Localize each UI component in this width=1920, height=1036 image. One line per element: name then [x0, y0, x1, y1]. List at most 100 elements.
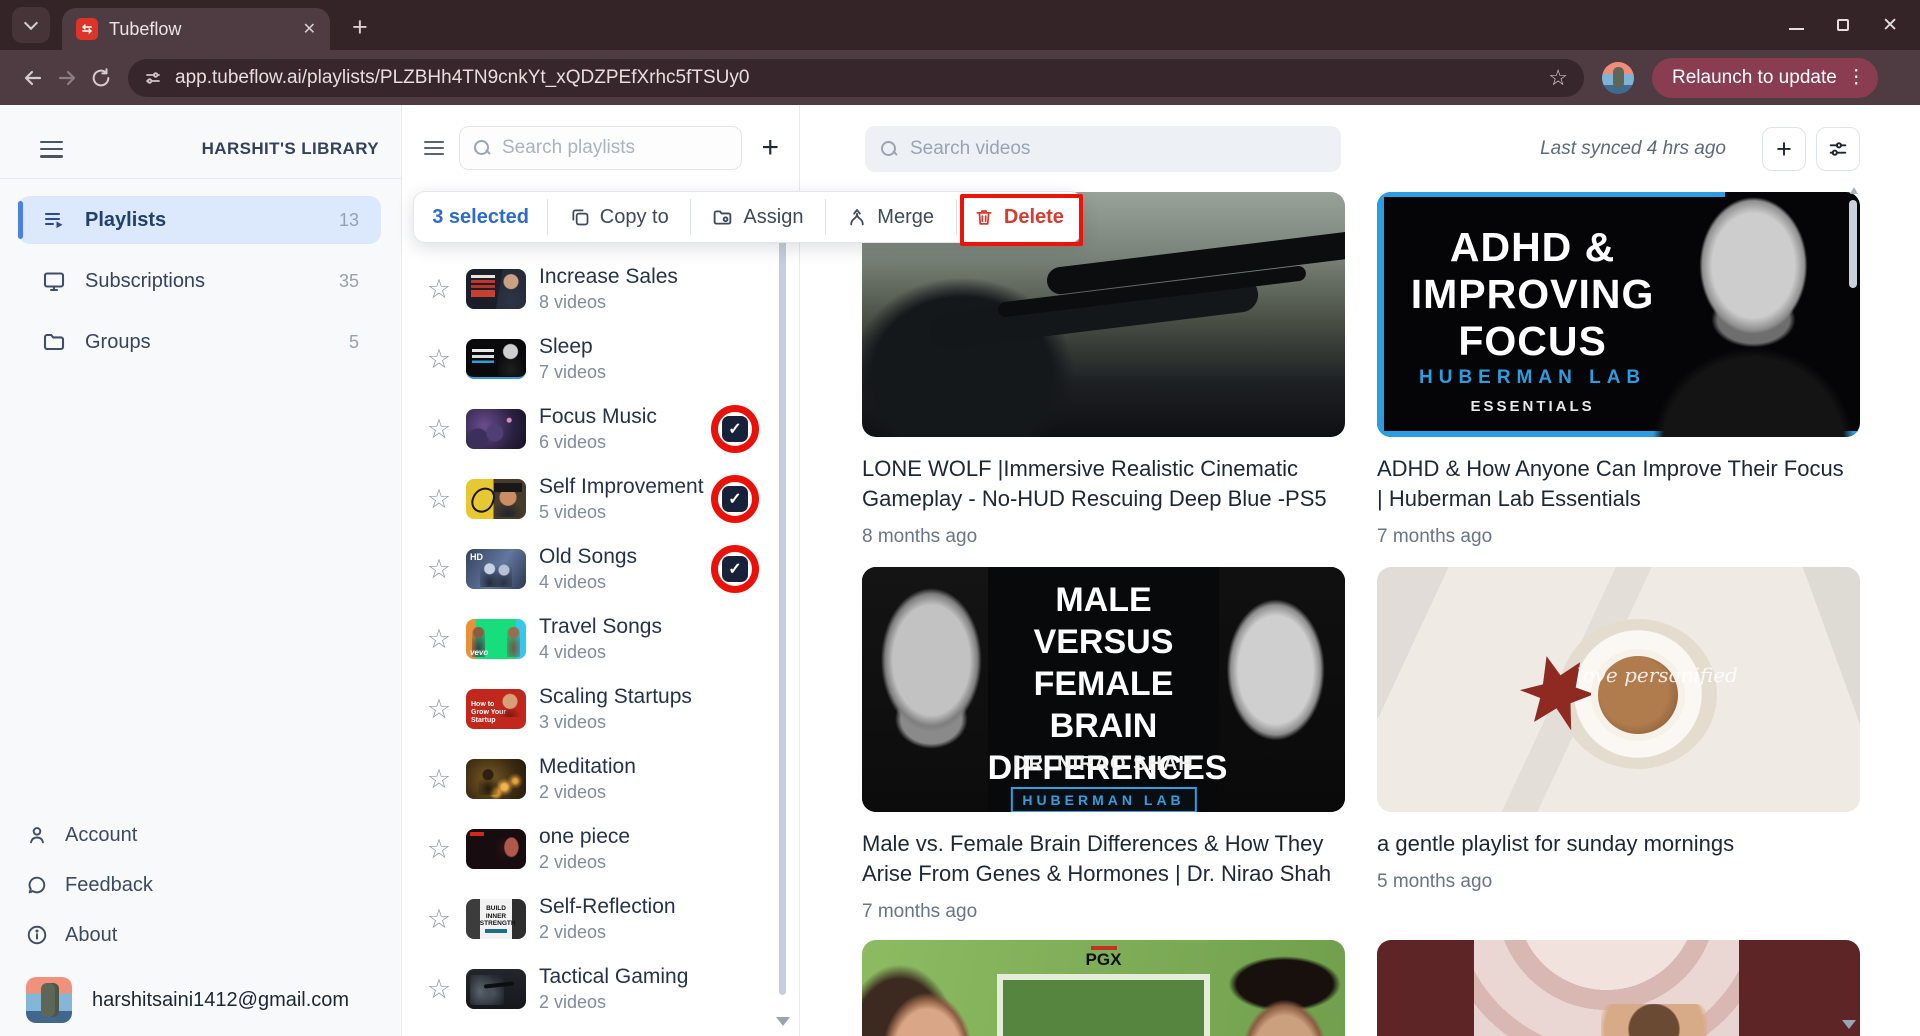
- favorite-star-icon[interactable]: [425, 834, 453, 865]
- favorite-star-icon[interactable]: [425, 624, 453, 655]
- tab-close-icon[interactable]: ✕: [303, 19, 316, 39]
- video-title: a gentle playlist for sunday mornings: [1377, 829, 1849, 859]
- sidebar-item-groups[interactable]: Groups 5: [18, 318, 381, 366]
- sidebar-item-feedback[interactable]: Feedback: [26, 860, 379, 910]
- selection-toolbar: 3 selected Copy to Assign Merge Delete: [413, 191, 1082, 243]
- restore-button[interactable]: [1837, 19, 1849, 31]
- browser-tab-bar: ⇆ Tubeflow ✕ + ✕: [0, 0, 1920, 50]
- close-button[interactable]: ✕: [1882, 16, 1898, 35]
- browser-profile-avatar[interactable]: [1602, 62, 1634, 94]
- playlist-title: Self-Reflection: [539, 895, 676, 918]
- playlist-scrollbar[interactable]: [779, 237, 786, 995]
- playlist-row-increase-sales[interactable]: Increase Sales8 videos: [402, 254, 781, 324]
- favorite-star-icon[interactable]: [425, 274, 453, 305]
- favorite-star-icon[interactable]: [425, 974, 453, 1005]
- back-arrow-icon: [21, 66, 45, 90]
- playlist-thumbnail: BUILD INNER STRENGTH: [466, 899, 526, 939]
- library-title: HARSHIT'S LIBRARY: [202, 139, 379, 159]
- playlist-thumbnail: How to Grow Your Startup: [466, 689, 526, 729]
- user-profile[interactable]: harshitsaini1412@gmail.com: [26, 972, 379, 1028]
- playlist-search-input[interactable]: [502, 137, 727, 159]
- playlist-row-travel-songs[interactable]: vevo Travel Songs4 videos: [402, 604, 781, 674]
- sidebar-item-about[interactable]: About: [26, 910, 379, 960]
- video-search-box[interactable]: [865, 126, 1341, 172]
- hd-badge: HD: [470, 552, 483, 562]
- video-thumbnail: [1377, 940, 1860, 1036]
- filter-button[interactable]: [1816, 127, 1860, 171]
- playlist-row-scaling-startups[interactable]: How to Grow Your Startup Scaling Startup…: [402, 674, 781, 744]
- playlist-selected-checkbox[interactable]: [711, 475, 759, 523]
- playlist-row-old-songs[interactable]: HD Old Songs4 videos: [402, 534, 781, 604]
- back-button[interactable]: [16, 61, 50, 95]
- video-search-input[interactable]: [910, 138, 1325, 160]
- bookmark-star-icon[interactable]: ☆: [1548, 65, 1568, 91]
- video-thumbnail: PGX: [862, 940, 1345, 1036]
- playlist-meta: 6 videos: [539, 432, 657, 453]
- playlist-row-self-reflection[interactable]: BUILD INNER STRENGTH Self-Reflection2 vi…: [402, 884, 781, 954]
- minimize-button[interactable]: [1789, 28, 1804, 30]
- playlist-search-box[interactable]: [459, 126, 742, 170]
- assign-button[interactable]: Assign: [691, 192, 824, 242]
- delete-button[interactable]: Delete: [957, 192, 1081, 242]
- playlist-row-meditation[interactable]: Meditation2 videos: [402, 744, 781, 814]
- sidebar-item-subscriptions[interactable]: Subscriptions 35: [18, 257, 381, 305]
- video-card-pgx[interactable]: PGX: [862, 940, 1345, 1036]
- relaunch-to-update-button[interactable]: Relaunch to update ⋮: [1652, 58, 1878, 98]
- video-card-lone-wolf[interactable]: LONE WOLF |Immersive Realistic Cinematic…: [862, 192, 1345, 548]
- tab-search-button[interactable]: [12, 7, 50, 43]
- reload-button[interactable]: [84, 61, 118, 95]
- trash-icon: [974, 207, 994, 227]
- video-title: Male vs. Female Brain Differences & How …: [862, 829, 1334, 889]
- video-card-adhd-focus[interactable]: ADHD & IMPROVING FOCUS HUBERMAN LAB ESSE…: [1377, 192, 1860, 548]
- playlist-thumbnail: [466, 759, 526, 799]
- playlist-row-one-piece[interactable]: one piece2 videos: [402, 814, 781, 884]
- merge-button[interactable]: Merge: [826, 192, 956, 242]
- playlist-title: Sleep: [539, 335, 593, 358]
- last-synced-text: Last synced 4 hrs ago: [1540, 138, 1726, 160]
- sidebar-item-playlists[interactable]: Playlists 13: [18, 196, 381, 244]
- add-playlist-button[interactable]: +: [757, 133, 783, 163]
- favorite-star-icon[interactable]: [425, 414, 453, 445]
- browser-tab-tubeflow[interactable]: ⇆ Tubeflow ✕: [62, 8, 330, 50]
- favorite-star-icon[interactable]: [425, 554, 453, 585]
- copy-to-button[interactable]: Copy to: [548, 192, 690, 242]
- site-settings-icon[interactable]: [144, 69, 162, 87]
- delete-label: Delete: [1004, 206, 1064, 229]
- playlist-meta: 3 videos: [539, 712, 692, 733]
- favorite-star-icon[interactable]: [425, 694, 453, 725]
- sidebar-menu-icon[interactable]: [40, 141, 63, 158]
- playlist-meta: 2 videos: [539, 992, 688, 1013]
- checkbox-checked-icon: [722, 416, 748, 442]
- thumb-art-name: DR. NIRAO SHAH: [988, 753, 1220, 776]
- scroll-up-arrow-icon[interactable]: [1850, 187, 1858, 194]
- playlist-row-self-improvement[interactable]: Self Improvement5 videos: [402, 464, 781, 534]
- playlist-row-focus-music[interactable]: Focus Music6 videos: [402, 394, 781, 464]
- scroll-down-chevron-icon[interactable]: [1842, 1020, 1856, 1029]
- panel-menu-icon[interactable]: [424, 141, 444, 155]
- address-bar[interactable]: app.tubeflow.ai/playlists/PLZBHh4TN9cnkY…: [128, 59, 1584, 97]
- videos-scrollbar[interactable]: [1849, 200, 1857, 288]
- sidebar-footer: Account Feedback About harshitsaini1412@…: [26, 810, 379, 1028]
- playlist-selected-checkbox[interactable]: [711, 545, 759, 593]
- forward-button[interactable]: [50, 61, 84, 95]
- thumb-art-caption: love personified: [1547, 663, 1767, 687]
- playlist-row-tactical-gaming[interactable]: Tactical Gaming2 videos: [402, 954, 781, 1024]
- scroll-down-chevron-icon[interactable]: [776, 1017, 790, 1026]
- video-card-brain-differences[interactable]: MALE VERSUS FEMALE BRAIN DIFFERENCES DR.…: [862, 567, 1345, 923]
- favorite-star-icon[interactable]: [425, 904, 453, 935]
- new-tab-button[interactable]: +: [352, 14, 368, 41]
- playlist-selected-checkbox[interactable]: [711, 405, 759, 453]
- favorite-star-icon[interactable]: [425, 344, 453, 375]
- sidebar-item-account[interactable]: Account: [26, 810, 379, 860]
- url-text[interactable]: app.tubeflow.ai/playlists/PLZBHh4TN9cnkY…: [175, 67, 1535, 89]
- video-grid-row: LONE WOLF |Immersive Realistic Cinematic…: [862, 192, 1860, 548]
- video-thumbnail: MALE VERSUS FEMALE BRAIN DIFFERENCES DR.…: [862, 567, 1345, 812]
- favorite-star-icon[interactable]: [425, 764, 453, 795]
- video-card-couple[interactable]: [1377, 940, 1860, 1036]
- add-video-button[interactable]: +: [1762, 127, 1806, 171]
- browser-menu-icon[interactable]: ⋮: [1847, 66, 1866, 89]
- favorite-star-icon[interactable]: [425, 484, 453, 515]
- library-sidebar: HARSHIT'S LIBRARY Playlists 13 Subscript…: [0, 105, 402, 1036]
- playlist-row-sleep[interactable]: Sleep7 videos: [402, 324, 781, 394]
- video-card-gentle-playlist[interactable]: love personified a gentle playlist for s…: [1377, 567, 1860, 923]
